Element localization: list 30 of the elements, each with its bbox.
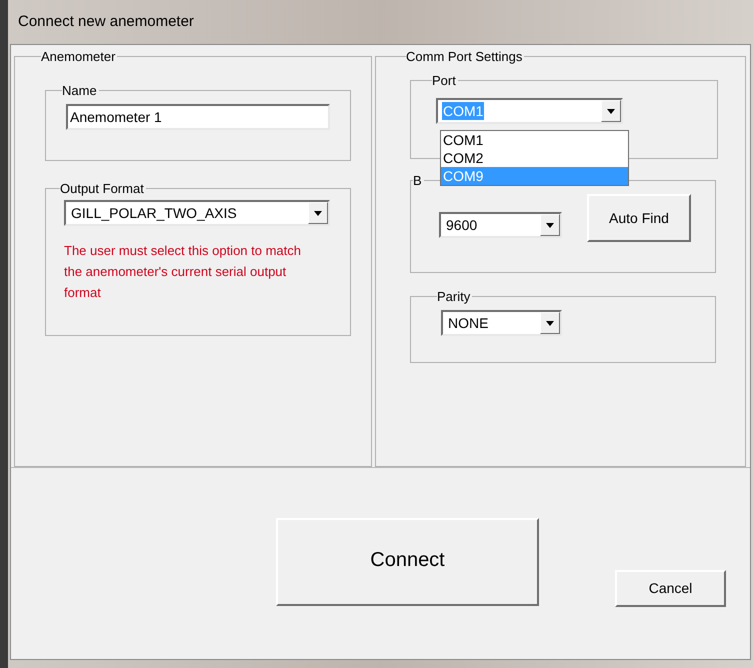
dropdown-arrow-button[interactable]: [540, 312, 560, 334]
caret-icon: [607, 108, 615, 114]
dropdown-option[interactable]: COM2: [441, 148, 628, 166]
window-title: Connect new anemometer: [18, 12, 194, 32]
dropdown-value: GILL_POLAR_TWO_AXIS: [70, 204, 238, 222]
caret-icon: [546, 222, 554, 228]
hint-text: The user must select this option to match the anemometer's current serial output format: [64, 242, 302, 302]
dropdown-option[interactable]: COM1: [441, 130, 628, 148]
auto-find-button[interactable]: Auto Find: [587, 194, 691, 242]
group-label: Comm Port Settings: [406, 48, 524, 66]
dropdown-field[interactable]: NONE: [441, 310, 562, 336]
group-label: Name: [62, 82, 98, 100]
connect-button[interactable]: Connect: [276, 518, 539, 606]
dropdown-arrow-button[interactable]: [308, 202, 328, 224]
group-label: Output Format: [60, 180, 145, 198]
dropdown-value: 9600: [445, 216, 478, 234]
caret-icon: [546, 320, 554, 326]
cancel-button[interactable]: Cancel: [615, 570, 726, 607]
dropdown-field[interactable]: 9600: [439, 212, 562, 238]
dropdown-field[interactable]: GILL_POLAR_TWO_AXIS: [64, 200, 330, 226]
group-label: Parity: [437, 288, 472, 306]
dropdown-arrow-button[interactable]: [601, 100, 621, 122]
dropdown-value: COM1: [442, 102, 484, 120]
group-label: Port: [432, 72, 457, 90]
dropdown-arrow-button[interactable]: [540, 214, 560, 236]
group-label: Anemometer: [41, 48, 116, 66]
name-field[interactable]: Anemometer 1: [66, 104, 330, 130]
caret-icon: [314, 210, 322, 216]
group-label: B: [413, 172, 423, 190]
dropdown-value: NONE: [447, 314, 490, 332]
